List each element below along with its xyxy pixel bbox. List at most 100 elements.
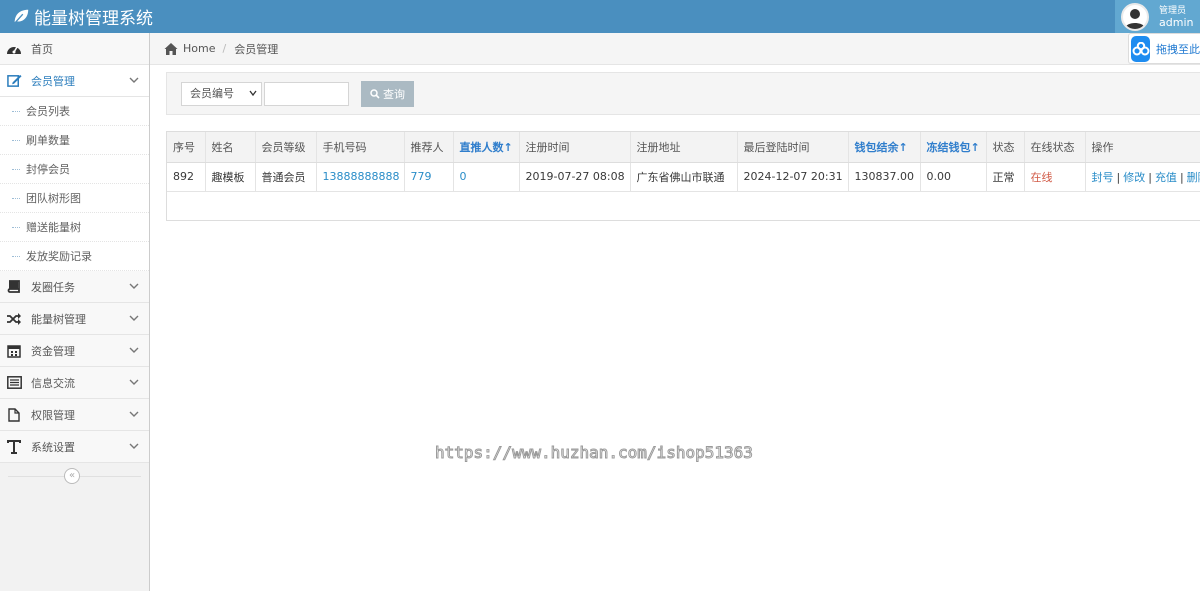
sidebar-item-energy-tree[interactable]: 能量树管理	[0, 303, 149, 335]
sidebar-item-funds[interactable]: 资金管理	[0, 335, 149, 367]
cell-id: 892	[167, 162, 206, 192]
table-row: 892 趣模板 普通会员 13888888888 779 0 2019-07-2…	[167, 162, 1200, 192]
cell-wallet: 130837.00	[848, 162, 921, 192]
app-brand[interactable]: 能量树管理系统	[12, 4, 153, 29]
cell-actions: 封号|修改|充值|删除	[1085, 162, 1200, 192]
submenu-banned-members[interactable]: 封停会员	[0, 155, 149, 184]
query-button-label: 查询	[383, 88, 405, 101]
breadcrumb-home[interactable]: Home	[183, 42, 215, 55]
sidebar-item-label: 首页	[31, 42, 53, 56]
submenu-member-list[interactable]: 会员列表	[0, 97, 149, 126]
leaf-icon	[14, 9, 29, 24]
column-header-phone: 手机号码	[316, 132, 405, 163]
submenu-gift-tree[interactable]: 赠送能量树	[0, 213, 149, 242]
top-navbar: 能量树管理系统 管理员 admin	[0, 0, 1200, 33]
column-header-status: 状态	[986, 132, 1025, 163]
submenu-team-tree[interactable]: 团队树形图	[0, 184, 149, 213]
submenu-order-count[interactable]: 刷单数量	[0, 126, 149, 155]
sidebar: 首页 会员管理 会员列表 刷单数量 封停会员 团队树形图 赠送能量树 发放奖励记…	[0, 33, 150, 591]
random-icon	[6, 311, 22, 327]
sidebar-item-label: 系统设置	[31, 440, 75, 454]
user-role: 管理员	[1159, 5, 1187, 16]
sidebar-collapse: «	[0, 466, 149, 486]
cell-reg-address: 广东省佛山市联通	[630, 162, 738, 192]
column-header-frozen[interactable]: 冻结钱包↑	[920, 132, 987, 163]
user-name: admin	[1159, 15, 1194, 29]
edit-link[interactable]: 修改	[1123, 171, 1145, 184]
cell-level: 普通会员	[255, 162, 317, 192]
ban-link[interactable]: 封号	[1092, 171, 1114, 184]
column-header-id: 序号	[167, 132, 206, 163]
sidebar-item-settings[interactable]: 系统设置	[0, 431, 149, 463]
search-icon	[370, 89, 380, 99]
breadcrumb-current: 会员管理	[234, 42, 279, 56]
sidebar-item-label: 能量树管理	[31, 312, 86, 326]
column-header-level: 会员等级	[255, 132, 317, 163]
double-chevron-left-icon[interactable]: «	[64, 468, 80, 484]
calendar-icon	[6, 343, 22, 359]
search-field-select[interactable]: 会员编号	[181, 82, 262, 106]
sidebar-item-moments-tasks[interactable]: 发圈任务	[0, 271, 149, 303]
column-header-actions: 操作	[1085, 132, 1200, 163]
cell-status: 正常	[986, 162, 1025, 192]
list-alt-icon	[6, 375, 22, 391]
text-tool-icon	[6, 439, 22, 455]
sidebar-item-label: 会员管理	[31, 74, 75, 88]
edit-icon	[6, 73, 22, 89]
cell-frozen: 0.00	[920, 162, 987, 192]
book-icon	[6, 279, 22, 295]
cloud-drive-icon	[1131, 35, 1150, 62]
table-header-row: 序号 姓名 会员等级 手机号码 推荐人 直推人数↑ 注册时间 注册地址 最后登陆…	[167, 132, 1200, 163]
chevron-down-icon	[129, 379, 139, 385]
cell-phone-link[interactable]: 13888888888	[316, 162, 405, 192]
column-header-online: 在线状态	[1024, 132, 1086, 163]
member-submenu: 会员列表 刷单数量 封停会员 团队树形图 赠送能量树 发放奖励记录	[0, 97, 149, 271]
app-title: 能量树管理系统	[34, 8, 153, 29]
drag-drop-button[interactable]: 拖拽至此	[1128, 33, 1200, 64]
sidebar-item-permissions[interactable]: 权限管理	[0, 399, 149, 431]
column-header-referrer: 推荐人	[404, 132, 454, 163]
cell-last-login: 2024-12-07 20:31	[737, 162, 849, 192]
avatar	[1121, 2, 1149, 31]
home-icon	[164, 42, 178, 55]
chevron-down-icon	[129, 411, 139, 417]
chevron-down-icon	[129, 315, 139, 321]
chevron-down-icon	[249, 90, 257, 97]
sidebar-item-label: 权限管理	[31, 408, 75, 422]
drag-drop-label: 拖拽至此	[1156, 42, 1200, 56]
cell-name: 趣模板	[205, 162, 256, 192]
sidebar-item-label: 资金管理	[31, 344, 75, 358]
query-button[interactable]: 查询	[361, 81, 414, 107]
chevron-down-icon	[129, 77, 139, 83]
column-header-reg-address: 注册地址	[630, 132, 738, 163]
chevron-down-icon	[129, 283, 139, 289]
search-panel: 会员编号 查询	[166, 72, 1200, 115]
cell-direct-count-link[interactable]: 0	[453, 162, 520, 192]
submenu-reward-records[interactable]: 发放奖励记录	[0, 242, 149, 271]
search-input[interactable]	[264, 82, 349, 106]
column-header-reg-time: 注册时间	[519, 132, 631, 163]
search-field-value: 会员编号	[190, 87, 234, 100]
dashboard-icon	[6, 41, 22, 57]
sidebar-item-members[interactable]: 会员管理	[0, 65, 149, 97]
watermark: https://www.huzhan.com/ishop51363	[435, 443, 754, 463]
sidebar-item-home[interactable]: 首页	[0, 33, 149, 65]
sidebar-item-label: 信息交流	[31, 376, 75, 390]
file-icon	[6, 407, 22, 423]
breadcrumb-separator: /	[222, 42, 227, 55]
member-table: 序号 姓名 会员等级 手机号码 推荐人 直推人数↑ 注册时间 注册地址 最后登陆…	[167, 132, 1200, 192]
column-header-last-login: 最后登陆时间	[737, 132, 849, 163]
user-silhouette-icon	[1125, 8, 1145, 29]
column-header-wallet[interactable]: 钱包结余↑	[848, 132, 921, 163]
breadcrumb: Home / 会员管理 拖拽至此	[150, 33, 1200, 65]
sidebar-item-label: 发圈任务	[31, 280, 75, 294]
column-header-name: 姓名	[205, 132, 256, 163]
column-header-direct-count[interactable]: 直推人数↑	[453, 132, 520, 163]
sidebar-item-messages[interactable]: 信息交流	[0, 367, 149, 399]
delete-link[interactable]: 删除	[1187, 171, 1200, 184]
cell-online-status: 在线	[1024, 162, 1086, 192]
user-menu[interactable]: 管理员 admin	[1115, 0, 1200, 33]
cell-referrer-link[interactable]: 779	[404, 162, 454, 192]
recharge-link[interactable]: 充值	[1155, 171, 1177, 184]
cell-reg-time: 2019-07-27 08:08	[519, 162, 631, 192]
